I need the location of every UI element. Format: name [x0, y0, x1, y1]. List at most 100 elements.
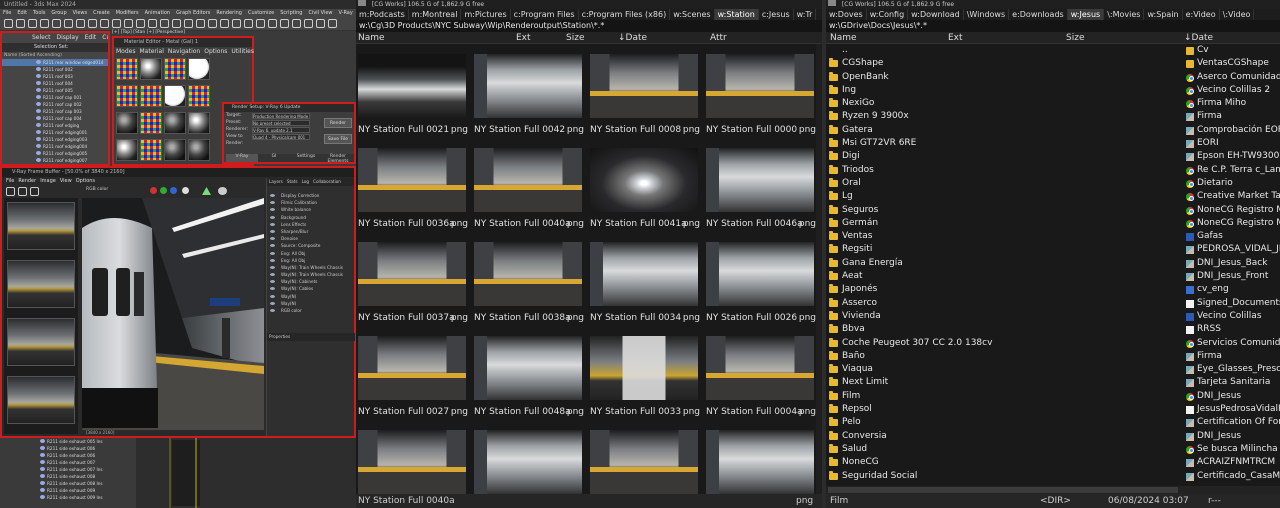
- image-thumbnail[interactable]: NY Station Full 0040apng: [356, 420, 472, 494]
- visibility-eye-icon[interactable]: [40, 453, 45, 457]
- scene-object-row[interactable]: R211 roof 004: [2, 80, 108, 87]
- menu-item[interactable]: Tools: [33, 10, 45, 16]
- vfb-layer[interactable]: Source: Composite: [267, 242, 354, 249]
- folder-row[interactable]: Bbva: [826, 323, 1180, 336]
- vfb-menu-item[interactable]: Image: [40, 178, 56, 184]
- menu-item[interactable]: Civil View: [308, 10, 332, 16]
- interactive-render-icon[interactable]: [218, 187, 227, 195]
- file-row[interactable]: Vecino Colillas 2: [1184, 84, 1280, 97]
- visibility-eye-icon[interactable]: [40, 467, 45, 471]
- visibility-eye-icon[interactable]: [40, 439, 45, 443]
- file-row[interactable]: DNI_Jesus: [1184, 430, 1280, 443]
- visibility-eye-icon[interactable]: [36, 144, 41, 148]
- scene-explorer-menu-item[interactable]: Select: [32, 34, 51, 41]
- image-thumbnail[interactable]: NY Station Full 0021 png: [356, 44, 472, 138]
- toolbar-icon[interactable]: [4, 19, 13, 28]
- left-path[interactable]: w:\Cg\3D Products\NYC Subway\Wip\Rendero…: [356, 20, 822, 32]
- vfb-menu-item[interactable]: View: [60, 178, 72, 184]
- scene-object-row[interactable]: R211 rear window edged014: [2, 59, 108, 66]
- vfb-layer[interactable]: Lens Effects: [267, 221, 354, 228]
- folder-tab[interactable]: \Windows: [964, 9, 1010, 20]
- toolbar-icon[interactable]: [16, 19, 25, 28]
- toolbar-icon[interactable]: [88, 19, 97, 28]
- layers-tab[interactable]: Stats: [287, 179, 298, 184]
- image-thumbnail[interactable]: NY Station Full 0037a png: [356, 232, 472, 326]
- file-row[interactable]: VentasCGShape: [1184, 57, 1280, 70]
- visibility-eye-icon[interactable]: [40, 460, 45, 464]
- toolbar-icon[interactable]: [244, 19, 253, 28]
- alpha-channel-icon[interactable]: [182, 187, 189, 194]
- visibility-eye-icon[interactable]: [36, 67, 41, 71]
- toolbar-icon[interactable]: [196, 19, 205, 28]
- folder-row[interactable]: Conversia: [826, 430, 1180, 443]
- vfb-layer[interactable]: Display Correction: [267, 192, 354, 199]
- column-header[interactable]: Size: [566, 32, 584, 44]
- vfb-layer[interactable]: Way(N): [267, 293, 354, 300]
- render-history-thumbnail[interactable]: [7, 202, 75, 250]
- folder-row[interactable]: Oral: [826, 177, 1180, 190]
- file-row[interactable]: NoneCG Registro Ma: [1184, 217, 1280, 230]
- image-thumbnail[interactable]: NY Station Full 0026 png: [704, 232, 820, 326]
- toolbar-icon[interactable]: [268, 19, 277, 28]
- column-header[interactable]: Ext: [948, 32, 963, 44]
- column-header[interactable]: ↓Date: [618, 32, 647, 44]
- scene-object-row[interactable]: R211 roof edging003: [2, 136, 108, 143]
- file-row[interactable]: Epson EH-TW9300 (C: [1184, 150, 1280, 163]
- visibility-eye-icon[interactable]: [36, 88, 41, 92]
- folder-row[interactable]: Regsiti: [826, 243, 1180, 256]
- save-icon[interactable]: [6, 187, 15, 196]
- scene-object-row[interactable]: R211 roof 005: [2, 87, 108, 94]
- toolbar-icon[interactable]: [136, 19, 145, 28]
- vfb-menu-item[interactable]: File: [6, 178, 14, 184]
- visibility-eye-icon[interactable]: [36, 130, 41, 134]
- image-thumbnail[interactable]: NY Station Full 0046a png: [704, 138, 820, 232]
- visibility-eye-icon[interactable]: [40, 474, 45, 478]
- vfb-layer[interactable]: Way(N): [267, 300, 354, 307]
- folder-tab[interactable]: w:Spain: [1144, 9, 1183, 20]
- column-header[interactable]: Ext: [516, 32, 531, 44]
- vfb-layer[interactable]: Background: [267, 214, 354, 221]
- scene-object-row[interactable]: R211 side exhaust 008: [0, 473, 136, 480]
- toolbar-icon[interactable]: [208, 19, 217, 28]
- toolbar-icon[interactable]: [112, 19, 121, 28]
- drive-icon[interactable]: [358, 0, 366, 6]
- folder-tab[interactable]: w:Download: [908, 9, 964, 20]
- vfb-layer[interactable]: Way(N): Cabinets: [267, 278, 354, 285]
- column-header[interactable]: Size: [1066, 32, 1084, 44]
- folder-row[interactable]: NexiGo: [826, 97, 1180, 110]
- folder-row[interactable]: Japonés: [826, 283, 1180, 296]
- file-row[interactable]: NoneCG Registro Ma: [1184, 204, 1280, 217]
- toolbar-icon[interactable]: [280, 19, 289, 28]
- menu-item[interactable]: Animation: [145, 10, 171, 16]
- scene-explorer-menu-item[interactable]: Edit: [85, 34, 97, 41]
- material-editor-menu-item[interactable]: Navigation: [168, 48, 200, 55]
- folder-tab[interactable]: w:Scenes: [670, 9, 715, 20]
- file-row[interactable]: Comprobación EORI: [1184, 124, 1280, 137]
- folder-tab[interactable]: w:Doves: [826, 9, 867, 20]
- file-row[interactable]: DNI_Jesus_Front: [1184, 270, 1280, 283]
- vfb-layer[interactable]: Filmic Calibration: [267, 199, 354, 206]
- layers-tab[interactable]: Layers: [269, 179, 283, 184]
- scene-object-row[interactable]: R211 roof edging005: [2, 150, 108, 157]
- file-row[interactable]: Servicios Comunidad: [1184, 337, 1280, 350]
- folder-tab[interactable]: m:Montreal: [409, 9, 462, 20]
- material-slot[interactable]: [164, 58, 186, 80]
- folder-row[interactable]: Ing: [826, 84, 1180, 97]
- folder-row[interactable]: Gatera: [826, 124, 1180, 137]
- load-icon[interactable]: [18, 187, 27, 196]
- vfb-layer[interactable]: Eng: All Obj: [267, 250, 354, 257]
- right-path[interactable]: w:\GDrive\Docs\Jesus\*.*: [826, 20, 1280, 32]
- image-thumbnail[interactable]: NY Station Full 0004a png: [704, 326, 820, 420]
- scene-object-row[interactable]: R211 side exhaust 009: [0, 487, 136, 494]
- folder-tab[interactable]: \:Video: [1220, 9, 1255, 20]
- material-slot[interactable]: [164, 85, 186, 107]
- render-setup-tab[interactable]: Render Elements: [322, 154, 354, 164]
- scene-object-row[interactable]: R211 roof cap 003: [2, 108, 108, 115]
- visibility-eye-icon[interactable]: [36, 102, 41, 106]
- scene-object-row[interactable]: R211 roof cap 001: [2, 94, 108, 101]
- folder-row[interactable]: Next Limit: [826, 376, 1180, 389]
- file-row[interactable]: EORI: [1184, 137, 1280, 150]
- file-row[interactable]: Se busca Milincha: [1184, 443, 1280, 456]
- folder-row[interactable]: NoneCG: [826, 456, 1180, 469]
- visibility-eye-icon[interactable]: [36, 123, 41, 127]
